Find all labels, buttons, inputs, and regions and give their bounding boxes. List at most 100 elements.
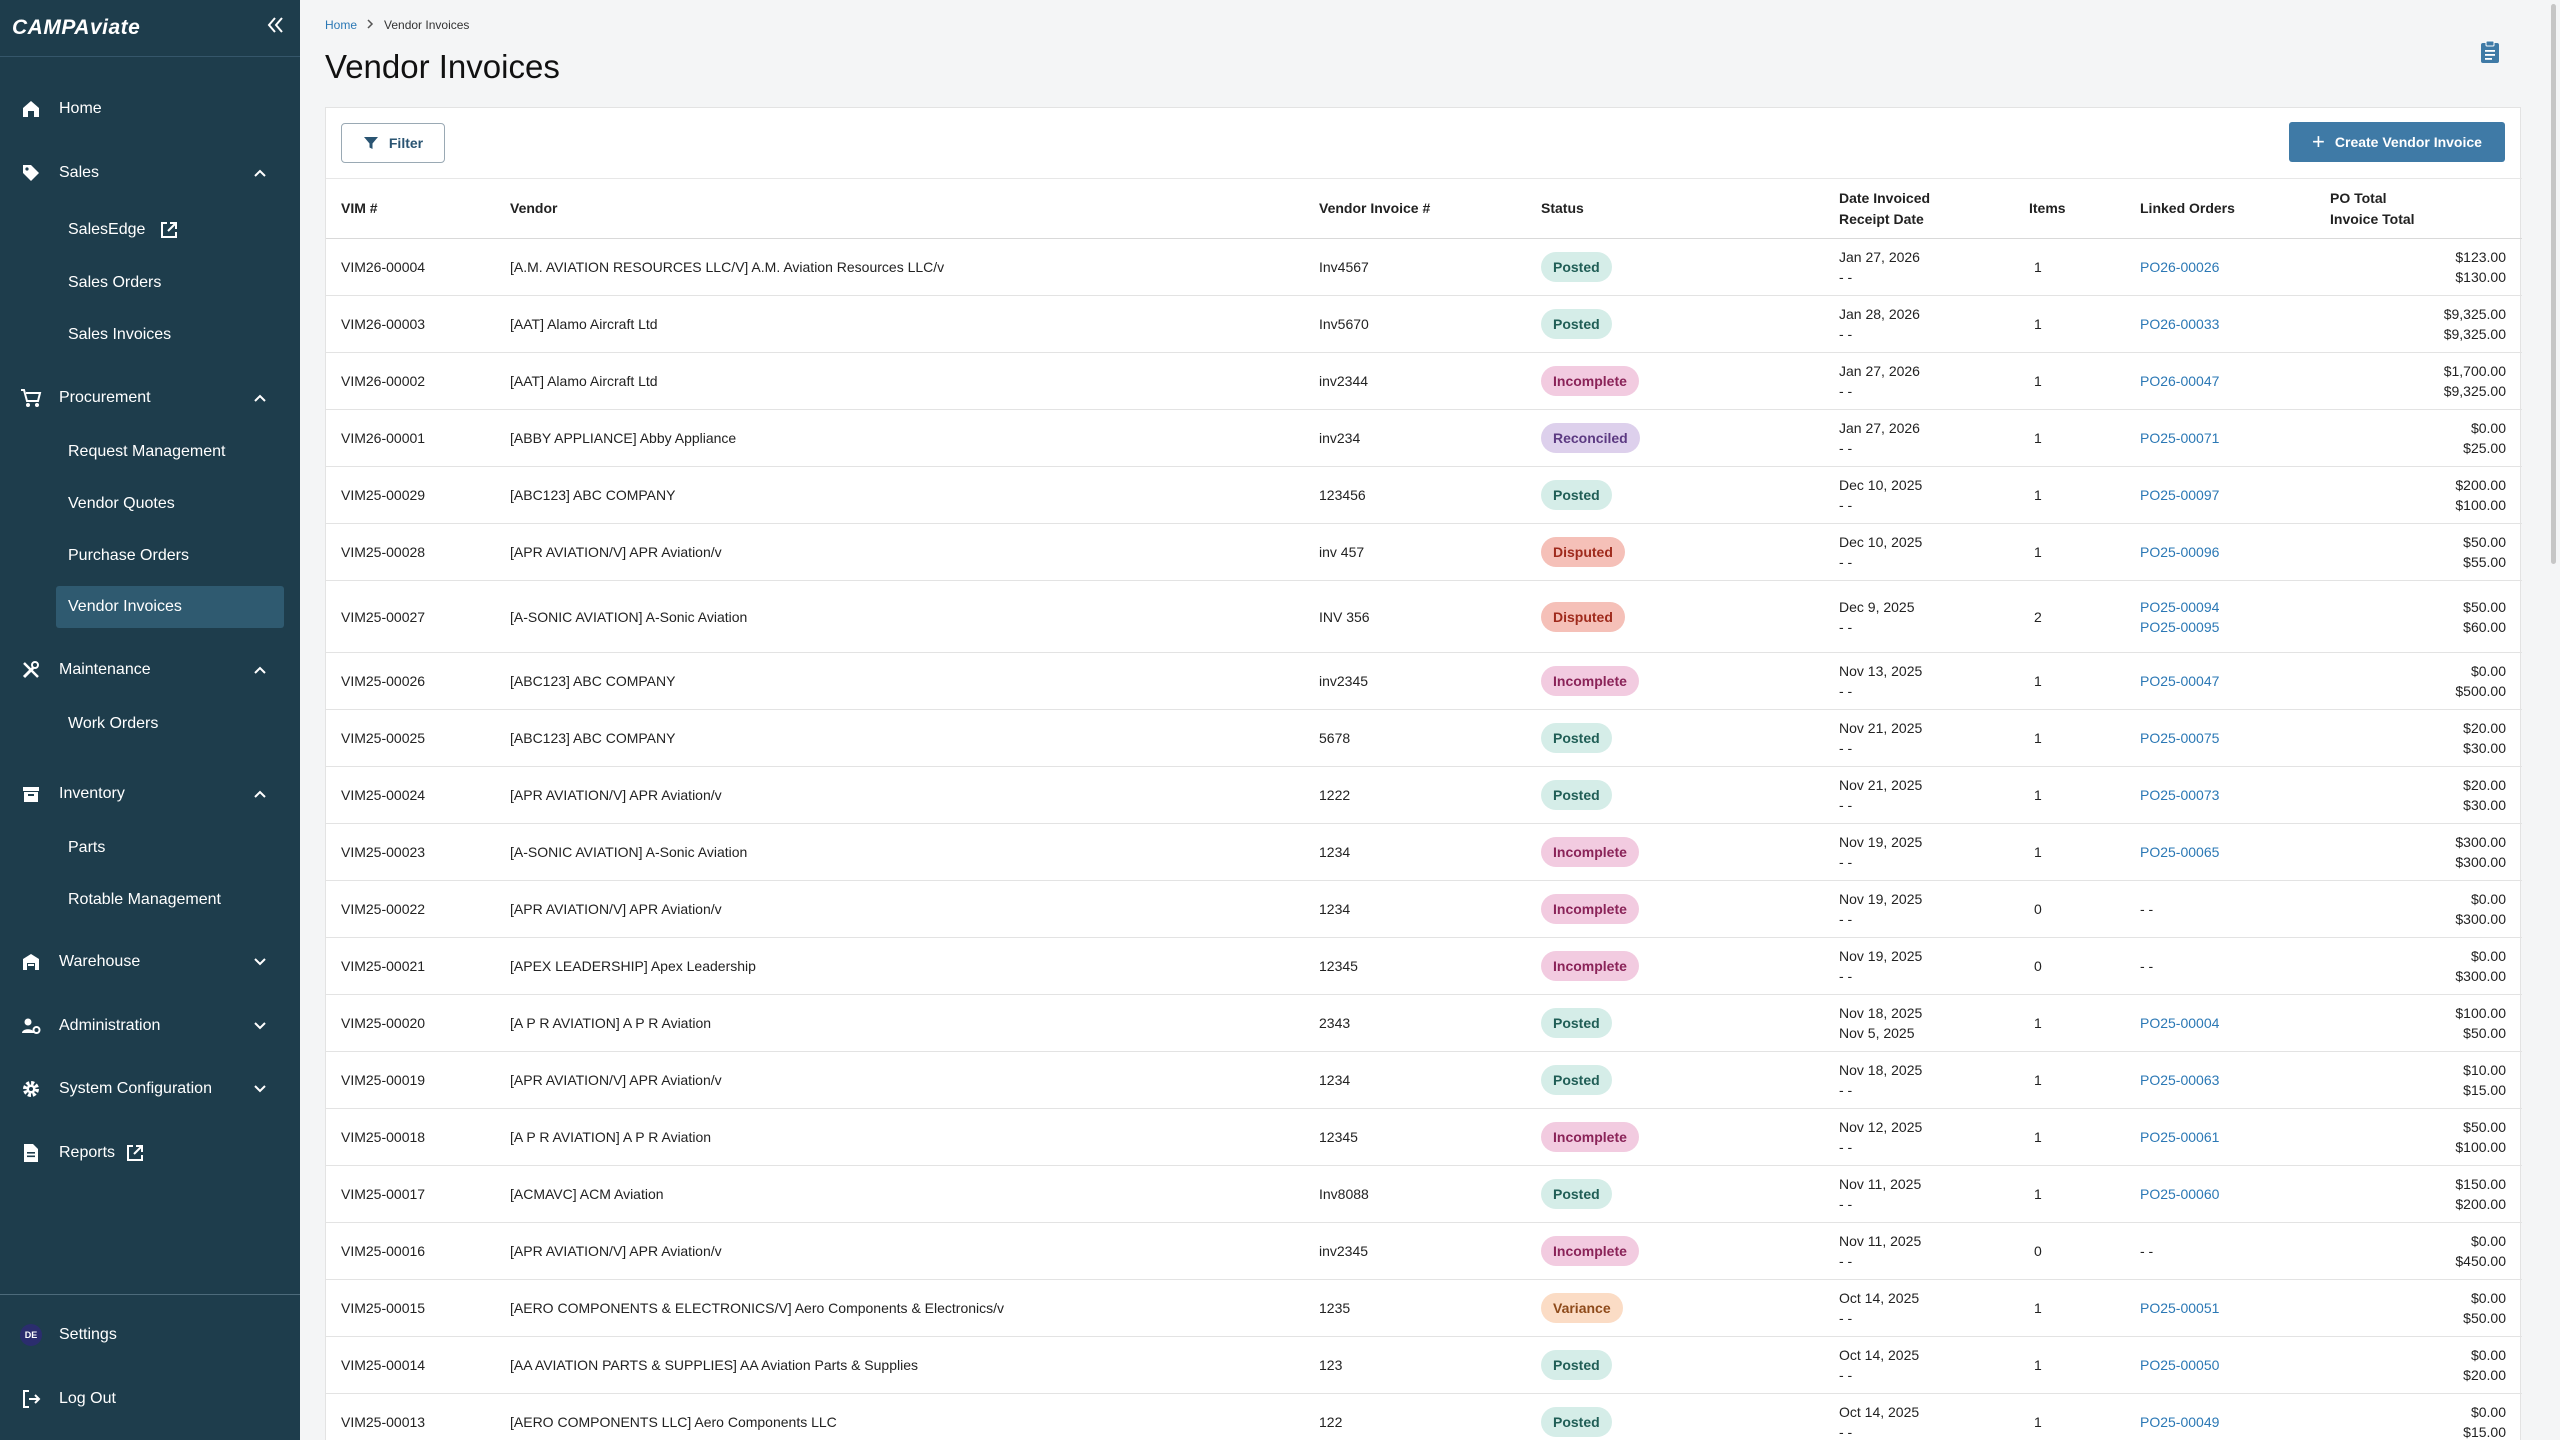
sidebar-item-purchase-orders[interactable]: Purchase Orders [56,535,284,577]
column-header-dates[interactable]: Date Invoiced Receipt Date [1824,178,2014,239]
cell-status: Incomplete [1526,652,1824,710]
cell-vendor: [ABC123] ABC COMPANY [495,466,1304,524]
sidebar-section-inventory[interactable]: Inventory [0,777,300,811]
linked-order-link[interactable]: PO25-00063 [2140,1070,2318,1090]
table-row[interactable]: VIM25-00027 [A-SONIC AVIATION] A-Sonic Av… [326,580,2522,653]
table-row[interactable]: VIM25-00013 [AERO COMPONENTS LLC] Aero Co… [326,1393,2522,1440]
chevron-up-icon[interactable] [253,787,267,801]
chevron-up-icon[interactable] [253,663,267,677]
cell-vendor: [APR AVIATION/V] APR Aviation/v [495,1222,1304,1280]
chevron-up-icon[interactable] [253,166,267,180]
avatar-initials: DE [20,1324,42,1346]
sidebar-item-home[interactable]: Home [0,92,300,126]
sidebar-item-reports[interactable]: Reports [0,1136,300,1170]
create-vendor-invoice-button[interactable]: + Create Vendor Invoice [2289,122,2505,162]
receipt-date: - - [1839,1310,1853,1326]
cell-vim: VIM25-00019 [326,1051,495,1109]
sidebar-section-maintenance[interactable]: Maintenance [0,653,300,687]
cell-vendor: [A-SONIC AVIATION] A-Sonic Aviation [495,823,1304,881]
table-row[interactable]: VIM25-00016 [APR AVIATION/V] APR Aviation… [326,1222,2522,1280]
linked-order-link[interactable]: PO25-00004 [2140,1013,2318,1033]
linked-order-link[interactable]: PO25-00073 [2140,785,2318,805]
sidebar-item-request-management[interactable]: Request Management [56,431,284,473]
cell-status: Incomplete [1526,1108,1824,1166]
linked-order-link[interactable]: PO25-00060 [2140,1184,2318,1204]
linked-order-link[interactable]: PO25-00096 [2140,542,2318,562]
table-row[interactable]: VIM25-00018 [A P R AVIATION] A P R Aviati… [326,1108,2522,1166]
linked-order-link[interactable]: PO25-00050 [2140,1355,2318,1375]
column-header-status[interactable]: Status [1526,178,1824,239]
scrollbar-thumb[interactable] [2551,4,2556,564]
column-header-vim[interactable]: VIM # [326,178,495,239]
table-row[interactable]: VIM25-00022 [APR AVIATION/V] APR Aviation… [326,880,2522,938]
column-header-items[interactable]: Items [2014,178,2125,239]
invoice-total: $200.00 [2455,1196,2506,1212]
linked-order-link[interactable]: PO25-00075 [2140,728,2318,748]
table-row[interactable]: VIM25-00020 [A P R AVIATION] A P R Aviati… [326,994,2522,1052]
cell-vim: VIM25-00026 [326,652,495,710]
table-row[interactable]: VIM25-00014 [AA AVIATION PARTS & SUPPLIES… [326,1336,2522,1394]
column-header-totals[interactable]: PO Total Invoice Total [2318,178,2522,239]
table-row[interactable]: VIM26-00001 [ABBY APPLIANCE] Abby Applian… [326,409,2522,467]
sidebar-section-system-configuration[interactable]: System Configuration [0,1072,300,1106]
chevron-down-icon[interactable] [253,955,267,969]
sidebar-section-procurement[interactable]: Procurement [0,381,300,415]
table-row[interactable]: VIM26-00003 [AAT] Alamo Aircraft Ltd Inv56… [326,295,2522,353]
linked-order-link[interactable]: PO25-00065 [2140,842,2318,862]
column-header-linked-orders[interactable]: Linked Orders [2125,178,2318,239]
page-scrollbar[interactable] [2547,0,2560,1440]
sidebar-item-parts[interactable]: Parts [56,827,284,869]
table-row[interactable]: VIM25-00025 [ABC123] ABC COMPANY 5678 Poste… [326,709,2522,767]
table-row[interactable]: VIM25-00017 [ACMAVC] ACM Aviation Inv8088 P… [326,1165,2522,1223]
column-header-vendor[interactable]: Vendor [495,178,1304,239]
linked-order-link[interactable]: PO25-00051 [2140,1298,2318,1318]
table-row[interactable]: VIM25-00024 [APR AVIATION/V] APR Aviation… [326,766,2522,824]
chevron-up-icon[interactable] [253,391,267,405]
sidebar-section-warehouse[interactable]: Warehouse [0,945,300,979]
linked-order-link[interactable]: PO25-00061 [2140,1127,2318,1147]
table-row[interactable]: VIM25-00015 [AERO COMPONENTS & ELECTRONIC… [326,1279,2522,1337]
linked-order-link[interactable]: PO25-00071 [2140,428,2318,448]
table-row[interactable]: VIM25-00028 [APR AVIATION/V] APR Aviation… [326,523,2522,581]
sidebar-section-label: Maintenance [59,661,151,678]
cell-vendor: [AERO COMPONENTS LLC] Aero Components LL… [495,1393,1304,1440]
cell-status: Incomplete [1526,352,1824,410]
chevron-down-icon[interactable] [253,1082,267,1096]
sidebar-item-sales-invoices[interactable]: Sales Invoices [56,314,284,356]
linked-order-link[interactable]: PO25-00097 [2140,485,2318,505]
chevron-down-icon[interactable] [253,1019,267,1033]
table-row[interactable]: VIM25-00019 [APR AVIATION/V] APR Aviation… [326,1051,2522,1109]
sidebar-item-sales-orders[interactable]: Sales Orders [56,262,284,304]
table-row[interactable]: VIM25-00023 [A-SONIC AVIATION] A-Sonic Av… [326,823,2522,881]
sidebar-item-settings[interactable]: DE Settings [0,1318,300,1352]
filter-button[interactable]: Filter [341,123,445,163]
sidebar-section-administration[interactable]: Administration [0,1009,300,1043]
sidebar-item-work-orders[interactable]: Work Orders [56,703,284,745]
table-row[interactable]: VIM26-00004 [A.M. AVIATION RESOURCES LLC/… [326,238,2522,296]
linked-order-link[interactable]: PO26-00033 [2140,314,2318,334]
linked-order-link[interactable]: PO25-00049 [2140,1412,2318,1432]
clipboard-icon[interactable] [2480,40,2500,64]
sidebar-item-logout[interactable]: Log Out [0,1382,300,1416]
sidebar-item-vendor-invoices[interactable]: Vendor Invoices [56,586,284,628]
linked-order-link[interactable]: PO25-00094 [2140,597,2318,617]
linked-order-link[interactable]: PO25-00047 [2140,671,2318,691]
linked-order-link[interactable]: PO25-00095 [2140,617,2318,637]
sidebar-item-rotable-management[interactable]: Rotable Management [56,879,284,921]
linked-order-link[interactable]: PO26-00026 [2140,257,2318,277]
sidebar-item-salesedge[interactable]: SalesEdge [56,209,284,251]
sidebar-item-vendor-quotes[interactable]: Vendor Quotes [56,483,284,525]
double-chevron-left-icon[interactable] [266,12,286,38]
cell-totals: $150.00 $200.00 [2318,1165,2522,1223]
breadcrumb-home[interactable]: Home [325,18,357,32]
status-badge: Incomplete [1541,666,1639,696]
table-row[interactable]: VIM25-00026 [ABC123] ABC COMPANY inv2345 In… [326,652,2522,710]
table-row[interactable]: VIM26-00002 [AAT] Alamo Aircraft Ltd inv23… [326,352,2522,410]
linked-order-link[interactable]: PO26-00047 [2140,371,2318,391]
cell-dates: Dec 10, 2025 - - [1824,523,2014,581]
column-header-vendor-invoice[interactable]: Vendor Invoice # [1304,178,1526,239]
table-row[interactable]: VIM25-00029 [ABC123] ABC COMPANY 123456 Pos… [326,466,2522,524]
table-row[interactable]: VIM25-00021 [APEX LEADERSHIP] Apex Leader… [326,937,2522,995]
sidebar-section-sales[interactable]: Sales [0,156,300,190]
app-logo[interactable]: CAMPAviate [12,16,140,40]
